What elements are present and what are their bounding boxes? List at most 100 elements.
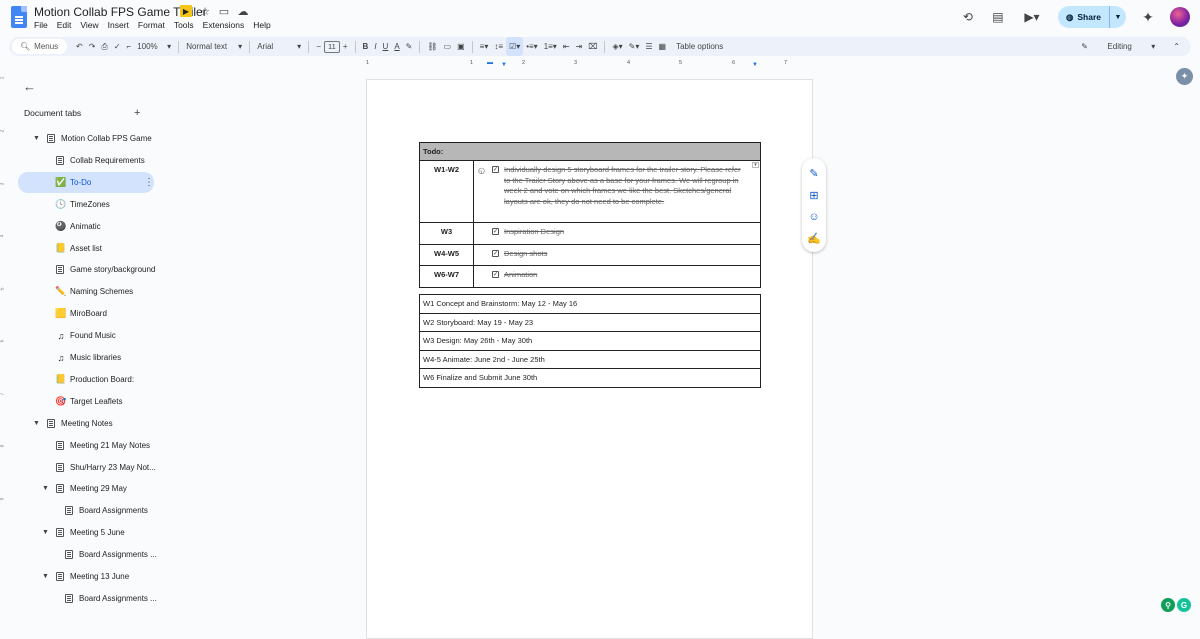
- schedule-row[interactable]: W1 Concept and Brainstorm: May 12 - May …: [419, 294, 761, 314]
- sidebar-tab-item[interactable]: Board Assignments ...: [18, 544, 157, 565]
- decrease-indent-icon[interactable]: ⇤: [560, 37, 573, 56]
- checkbox-checked-icon[interactable]: ✓: [492, 249, 499, 257]
- schedule-row[interactable]: W2 Storyboard: May 19 - May 23: [419, 312, 761, 332]
- schedule-row[interactable]: W4-5 Animate: June 2nd - June 25th: [419, 349, 761, 369]
- sidebar-tab-item[interactable]: ▼ Meeting Notes: [18, 413, 154, 434]
- docs-logo-icon[interactable]: [11, 6, 27, 28]
- insert-link-icon[interactable]: ⛓: [424, 37, 440, 56]
- slides-badge-icon[interactable]: ▶: [180, 5, 192, 17]
- schedule-row[interactable]: W6 Finalize and Submit June 30th: [419, 368, 761, 388]
- align-icon[interactable]: ≡▾: [477, 37, 492, 56]
- checkbox-checked-icon[interactable]: ✓: [492, 271, 499, 278]
- meet-icon[interactable]: ▶▾: [1020, 9, 1044, 25]
- checklist-icon[interactable]: ☑▾: [506, 37, 524, 56]
- sidebar-tab-item[interactable]: 📒 Asset list: [18, 238, 154, 259]
- checklist-item[interactable]: ✓ Design shots: [473, 243, 761, 266]
- bulleted-list-icon[interactable]: •≡▾: [523, 37, 540, 56]
- emoji-reaction-icon[interactable]: ☺: [807, 210, 821, 224]
- hide-menus-icon[interactable]: ⌃: [1170, 37, 1183, 56]
- sidebar-tab-item[interactable]: Board Assignments ...: [18, 588, 157, 609]
- sidebar-tab-item[interactable]: 🕓 TimeZones: [18, 194, 154, 215]
- sidebar-tab-item[interactable]: Shu/Harry 23 May Not...: [18, 457, 156, 478]
- sidebar-tab-item[interactable]: ▼ Motion Collab FPS Game: [18, 128, 154, 149]
- tab-options-icon[interactable]: ⋮: [144, 177, 154, 188]
- menu-view[interactable]: View: [80, 20, 98, 30]
- sidebar-tab-item[interactable]: Collab Requirements: [18, 150, 154, 171]
- menu-extensions[interactable]: Extensions: [203, 20, 245, 30]
- sidebar-tab-item[interactable]: ✏️ Naming Schemes: [18, 281, 154, 302]
- suggest-edits-icon[interactable]: ✍: [807, 231, 821, 245]
- add-comment-icon[interactable]: ▭: [441, 37, 455, 56]
- sidebar-tab-item[interactable]: ✅ To-Do ⋮: [18, 171, 154, 193]
- redo-button[interactable]: ↷: [86, 37, 99, 56]
- checklist-item[interactable]: ◵ ✓ Individually design 5 storyboard fra…: [473, 160, 761, 223]
- comment-icon[interactable]: ▤: [990, 9, 1006, 25]
- checkbox-checked-icon[interactable]: ✓: [492, 166, 499, 173]
- sidebar-tab-item[interactable]: ▼ Meeting 5 June: [18, 522, 154, 543]
- share-dropdown-icon[interactable]: ▼: [1110, 14, 1126, 21]
- sidebar-tab-item[interactable]: Meeting 21 May Notes: [18, 435, 154, 456]
- fill-color-icon[interactable]: ◈▾: [609, 37, 625, 56]
- sidebar-tab-item[interactable]: ♫ Found Music: [18, 325, 154, 346]
- sidebar-tab-item[interactable]: Board Assignments: [18, 500, 154, 521]
- sidebar-tab-item[interactable]: ▼ Meeting 29 May: [18, 478, 154, 499]
- menu-tools[interactable]: Tools: [174, 20, 194, 30]
- cloud-status-icon[interactable]: ☁: [237, 5, 249, 18]
- cell-dropdown-icon[interactable]: ▾: [752, 162, 759, 168]
- right-margin-marker-icon[interactable]: ▼: [752, 62, 758, 68]
- paint-format-icon[interactable]: ⌐: [124, 37, 135, 56]
- grammarly-icon[interactable]: G: [1177, 598, 1191, 612]
- add-comment-icon[interactable]: ⊞: [807, 188, 821, 202]
- menu-file[interactable]: File: [34, 20, 48, 30]
- edit-with-gemini-icon[interactable]: ✎: [807, 166, 821, 180]
- checklist-item[interactable]: ✓ Inspiration Design: [473, 222, 761, 245]
- checkbox-checked-icon[interactable]: ✓: [492, 228, 499, 235]
- collapse-caret-icon[interactable]: ▼: [33, 420, 40, 427]
- bold-button[interactable]: B: [360, 37, 372, 56]
- style-select[interactable]: Normal text ▾: [183, 37, 245, 56]
- gemini-icon[interactable]: ✦: [1140, 9, 1156, 25]
- spellcheck-icon[interactable]: ✓: [111, 37, 124, 56]
- border-width-icon[interactable]: ☰: [642, 37, 655, 56]
- zoom-select[interactable]: 100% ▾: [134, 37, 174, 56]
- collapse-caret-icon[interactable]: ▼: [42, 573, 49, 580]
- line-spacing-icon[interactable]: ↕≡: [491, 37, 506, 56]
- sidebar-tab-item[interactable]: ♫ Music libraries: [18, 347, 154, 368]
- highlight-color-icon[interactable]: ✎: [403, 37, 416, 56]
- clear-formatting-icon[interactable]: ⌧: [585, 37, 600, 56]
- left-margin-marker-icon[interactable]: ▼: [501, 62, 507, 68]
- history-icon[interactable]: ⟲: [960, 9, 976, 25]
- insert-image-icon[interactable]: ▣: [454, 37, 468, 56]
- border-dash-icon[interactable]: ▦: [656, 37, 670, 56]
- numbered-list-icon[interactable]: 1≡▾: [541, 37, 560, 56]
- menu-insert[interactable]: Insert: [108, 20, 129, 30]
- collapse-caret-icon[interactable]: ▼: [42, 485, 49, 492]
- assist-icon[interactable]: ◵: [478, 166, 485, 177]
- keep-icon[interactable]: ⚲: [1161, 598, 1175, 612]
- back-arrow-icon[interactable]: ←: [23, 79, 36, 94]
- sidebar-tab-item[interactable]: 🟨 MiroBoard: [18, 303, 154, 324]
- undo-button[interactable]: ↶: [73, 37, 86, 56]
- underline-button[interactable]: U: [380, 37, 392, 56]
- sidebar-tab-item[interactable]: ▼ Meeting 13 June: [18, 566, 154, 587]
- checklist-item[interactable]: ✓ Animation: [473, 265, 761, 288]
- table-options-button[interactable]: Table options: [673, 37, 726, 56]
- sidebar-tab-item[interactable]: 📒 Production Board:: [18, 369, 154, 390]
- font-size-input[interactable]: 11: [323, 40, 340, 53]
- font-select[interactable]: Arial ▾: [254, 37, 304, 56]
- increase-indent-icon[interactable]: ⇥: [573, 37, 586, 56]
- increase-font-size-button[interactable]: +: [340, 37, 351, 56]
- italic-button[interactable]: I: [371, 37, 379, 56]
- border-color-icon[interactable]: ✎▾: [626, 37, 643, 56]
- indent-marker-icon[interactable]: ▬: [487, 60, 493, 66]
- menu-help[interactable]: Help: [253, 20, 270, 30]
- search-menus-input[interactable]: 🔍︎ Menus: [12, 39, 67, 54]
- editing-mode-select[interactable]: ✎ Editing ▾: [1078, 37, 1158, 56]
- avatar[interactable]: [1170, 7, 1190, 27]
- sidebar-tab-item[interactable]: 🎱 Animatic: [18, 216, 154, 237]
- decrease-font-size-button[interactable]: −: [313, 37, 324, 56]
- collapse-caret-icon[interactable]: ▼: [42, 529, 49, 536]
- sidebar-tab-item[interactable]: 🎯 Target Leaflets: [18, 391, 154, 412]
- collapse-caret-icon[interactable]: ▼: [33, 135, 40, 142]
- add-tab-icon[interactable]: +: [134, 107, 140, 119]
